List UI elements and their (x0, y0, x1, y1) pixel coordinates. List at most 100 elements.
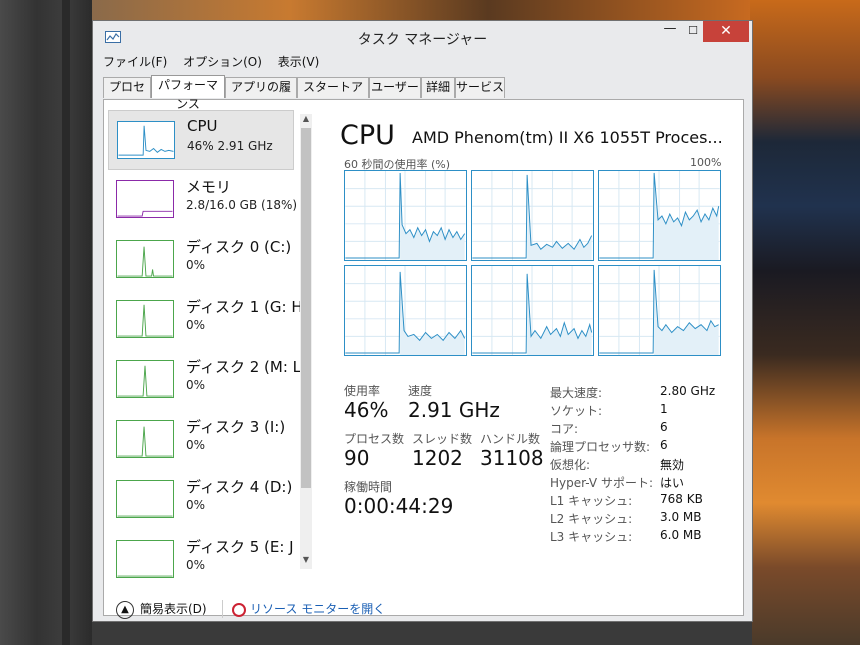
sidebar-item-disk-5[interactable]: ディスク 5 (E: J: 0% (108, 530, 294, 580)
minimize-button[interactable]: — (657, 21, 683, 41)
uptime-value: 0:00:44:29 (344, 494, 454, 518)
scrollbar-thumb[interactable] (301, 128, 311, 488)
tab-users[interactable]: ユーザー (369, 77, 421, 98)
cpu-detail-panel: CPU AMD Phenom(tm) II X6 1055T Proces...… (328, 100, 738, 544)
spec-key: 仮想化: (550, 458, 591, 472)
sidebar-item-disk-0[interactable]: ディスク 0 (C:) 0% (108, 230, 294, 290)
sidebar-item-name: ディスク 0 (C:) (186, 238, 292, 256)
memory-thumbnail-graph (116, 180, 174, 218)
spec-key: Hyper-V サポート: (550, 476, 653, 490)
cpu-core-graphs (344, 170, 722, 358)
tab-services[interactable]: サービス (455, 77, 505, 98)
sidebar-item-name: ディスク 5 (E: J: (186, 538, 294, 556)
sidebar-item-value: 0% (186, 318, 206, 332)
sidebar-item-disk-2[interactable]: ディスク 2 (M: L: 0% (108, 350, 306, 410)
cpu-heading: CPU (340, 120, 395, 151)
disk-thumbnail-graph (116, 360, 174, 398)
open-resource-monitor-link[interactable]: リソース モニターを開く (232, 600, 385, 617)
window-title: タスク マネージャー (357, 32, 488, 48)
usage-value: 46% (344, 398, 389, 422)
threads-value: 1202 (412, 446, 463, 470)
scroll-up-icon[interactable]: ▲ (300, 114, 312, 126)
menu-file[interactable]: ファイル(F) (103, 55, 167, 69)
sidebar-item-value: 0% (186, 378, 206, 392)
spec-key: L3 キャッシュ: (550, 530, 633, 544)
desktop-background-right (750, 0, 860, 645)
speed-label: 速度 (408, 384, 433, 398)
processes-value: 90 (344, 446, 370, 470)
sidebar-item-name: CPU (187, 117, 218, 135)
sidebar-item-memory[interactable]: メモリ 2.8/16.0 GB (18%) (108, 170, 298, 230)
sidebar-item-cpu[interactable]: CPU 46% 2.91 GHz (108, 110, 294, 170)
disk-thumbnail-graph (116, 540, 174, 578)
handles-label: ハンドル数 (480, 432, 541, 446)
sidebar-item-disk-3[interactable]: ディスク 3 (I:) 0% (108, 410, 294, 470)
sidebar-item-disk-4[interactable]: ディスク 4 (D:) 0% (108, 470, 294, 530)
sidebar-item-name: ディスク 1 (G: H (186, 298, 303, 316)
core-graph-3 (598, 170, 721, 261)
core-graph-5 (471, 265, 594, 356)
spec-value: 1 (660, 402, 668, 416)
cpu-thumbnail-graph (117, 121, 175, 159)
spec-key: 論理プロセッサ数: (550, 440, 651, 454)
fewer-details-button[interactable]: ▲ 簡易表示(D) (116, 600, 207, 619)
task-manager-window: タスク マネージャー — ☐ ✕ ファイル(F) オプション(O) 表示(V) … (92, 20, 753, 622)
chevron-up-icon: ▲ (116, 600, 134, 619)
disk-thumbnail-graph (116, 480, 174, 518)
threads-label: スレッド数 (412, 432, 473, 446)
sidebar-item-name: ディスク 4 (D:) (186, 478, 293, 496)
sidebar-item-value: 0% (186, 558, 206, 572)
spec-key: L2 キャッシュ: (550, 512, 633, 526)
core-graph-4 (344, 265, 467, 356)
cpu-model-name: AMD Phenom(tm) II X6 1055T Proces... (412, 128, 723, 147)
handles-value: 31108 (480, 446, 544, 470)
sidebar-item-value: 0% (186, 258, 206, 272)
spec-key: L1 キャッシュ: (550, 494, 633, 508)
usage-label: 使用率 (344, 384, 381, 398)
scroll-down-icon[interactable]: ▼ (300, 555, 312, 567)
tab-performance[interactable]: パフォーマンス (151, 75, 225, 111)
maximize-button[interactable]: ☐ (683, 21, 703, 41)
disk-thumbnail-graph (116, 300, 174, 338)
fewer-details-label: 簡易表示(D) (140, 602, 207, 616)
disk-thumbnail-graph (116, 420, 174, 458)
disk-thumbnail-graph (116, 240, 174, 278)
menu-bar: ファイル(F) オプション(O) 表示(V) (103, 53, 331, 71)
spec-value: 6.0 MB (660, 528, 702, 542)
sidebar-item-value: 46% 2.91 GHz (187, 139, 273, 153)
menu-view[interactable]: 表示(V) (278, 55, 320, 69)
spec-value: 2.80 GHz (660, 384, 716, 398)
core-graph-2 (471, 170, 594, 261)
sidebar-item-value: 0% (186, 498, 206, 512)
uptime-label: 稼働時間 (344, 480, 393, 494)
tab-processes[interactable]: プロセス (103, 77, 151, 113)
spec-value: 3.0 MB (660, 510, 702, 524)
sidebar-scrollbar[interactable]: ▲ ▼ (300, 114, 312, 569)
speed-value: 2.91 GHz (408, 398, 500, 422)
processes-label: プロセス数 (344, 432, 405, 446)
sidebar-item-value: 0% (186, 438, 206, 452)
tab-startup[interactable]: スタートアップ (297, 77, 369, 113)
footer-divider (222, 600, 223, 618)
desktop-background-left (0, 0, 92, 645)
spec-value: はい (660, 476, 685, 490)
spec-value: 無効 (660, 458, 685, 472)
spec-key: 最大速度: (550, 386, 603, 400)
core-graph-1 (344, 170, 467, 261)
menu-options[interactable]: オプション(O) (183, 55, 262, 69)
sidebar-item-name: メモリ (186, 178, 232, 196)
sidebar-item-value: 2.8/16.0 GB (18%) (186, 198, 298, 212)
spec-value: 6 (660, 420, 668, 434)
title-bar[interactable]: タスク マネージャー — ☐ ✕ (93, 21, 752, 53)
sidebar-item-disk-1[interactable]: ディスク 1 (G: H 0% (108, 290, 303, 350)
spec-value: 6 (660, 438, 668, 452)
close-button[interactable]: ✕ (703, 21, 749, 42)
performance-panel: CPU 46% 2.91 GHz メモリ 2.8/16.0 GB (18%) デ… (103, 99, 744, 619)
spec-key: コア: (550, 422, 579, 436)
spec-value: 768 KB (660, 492, 703, 506)
desktop-background-bottom (92, 622, 752, 645)
tab-app-history[interactable]: アプリの履歴 (225, 77, 297, 113)
sidebar-item-name: ディスク 3 (I:) (186, 418, 286, 436)
resource-monitor-icon (232, 602, 246, 617)
tab-details[interactable]: 詳細 (421, 77, 455, 98)
